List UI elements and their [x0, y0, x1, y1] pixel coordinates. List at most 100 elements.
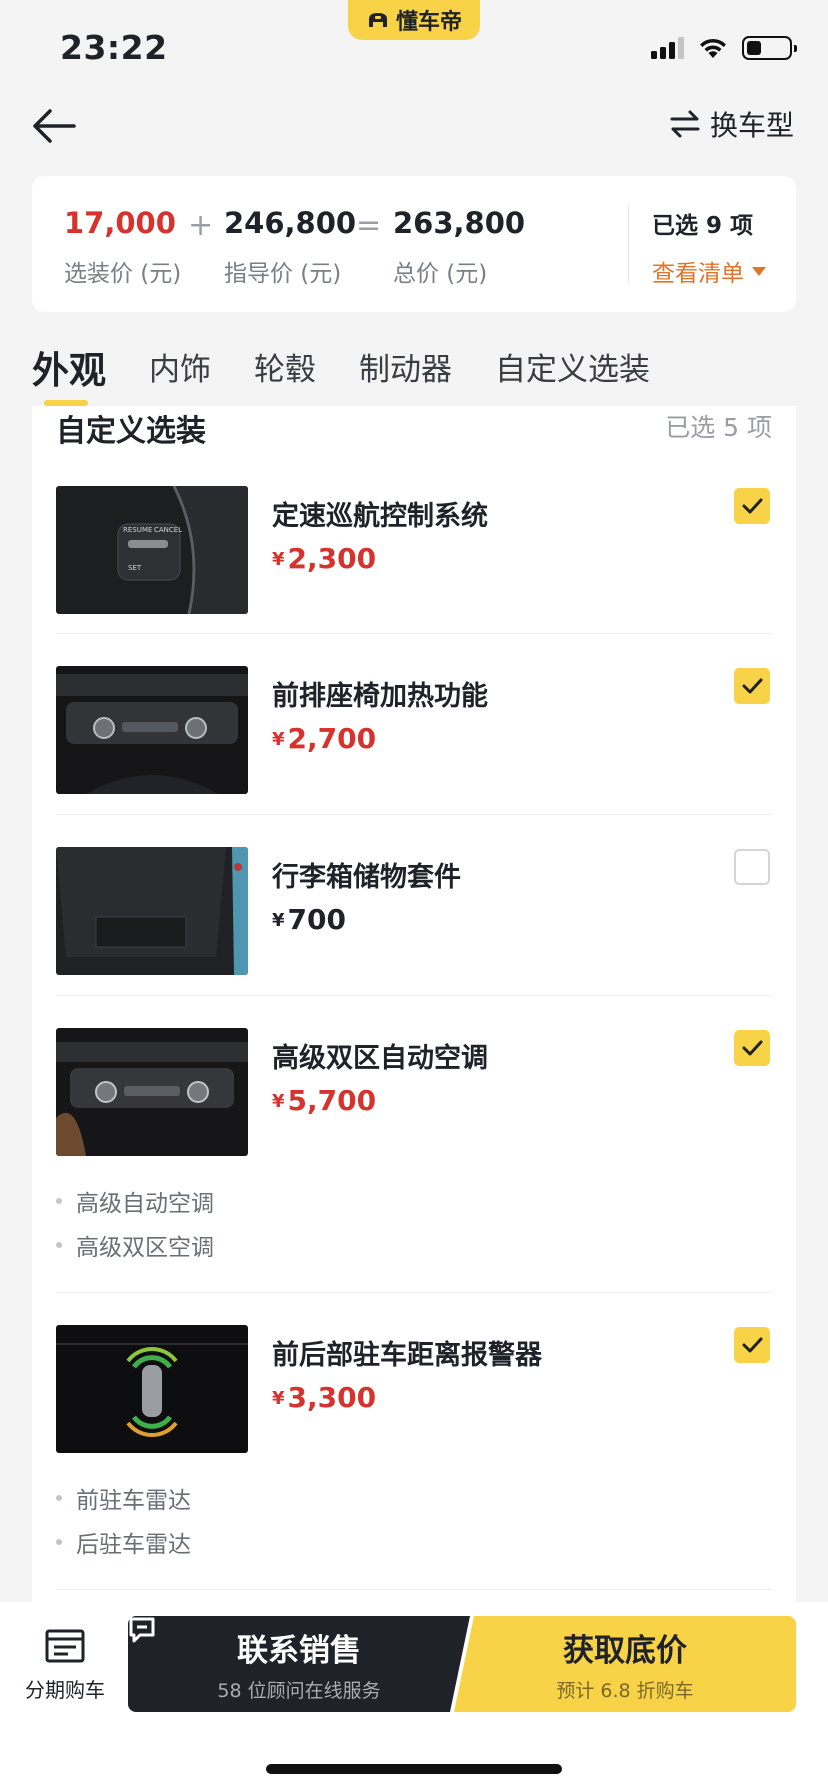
- switch-model-button[interactable]: 换车型: [670, 104, 794, 144]
- category-tabs: 外观 内饰 轮毂 制动器 自定义选装: [32, 344, 693, 406]
- svg-text:CANCEL: CANCEL: [154, 526, 182, 534]
- status-time: 23:22: [60, 28, 168, 67]
- option-name: 高级双区自动空调: [272, 1043, 488, 1074]
- feature-item: 高级自动空调: [56, 1184, 214, 1218]
- home-indicator[interactable]: [266, 1764, 562, 1774]
- get-lowest-price-text: 获取底价 预计 6.8 折购车: [454, 1616, 796, 1712]
- option-price-value: 2,300: [287, 542, 377, 575]
- bottom-action-bar: 分期购车 联系销售 58 位顾问在线服务 获取底价 预计 6.8 折购车: [0, 1602, 828, 1792]
- get-lowest-price-button[interactable]: 获取底价 预计 6.8 折购车: [454, 1616, 796, 1712]
- view-list-button[interactable]: 查看清单: [652, 254, 766, 288]
- total-price-value: 263,800: [393, 206, 526, 240]
- battery-icon: [742, 36, 797, 60]
- selected-count: 已选 9 项: [652, 213, 754, 239]
- option-thumbnail: [56, 666, 248, 794]
- wifi-icon: [700, 38, 726, 58]
- option-thumbnail: [56, 1325, 248, 1453]
- installment-label: 分期购车: [25, 1678, 105, 1702]
- app-logo-icon: [368, 13, 387, 27]
- contact-sales-text: 联系销售 58 位顾问在线服务: [128, 1616, 470, 1712]
- option-item[interactable]: 行李箱储物套件 ¥700: [56, 815, 772, 996]
- option-name: 前排座椅加热功能: [272, 681, 488, 712]
- option-price: ¥2,300: [272, 542, 376, 575]
- option-item[interactable]: 前后部驻车距离报警器 ¥3,300 前驻车雷达 后驻车雷达: [56, 1293, 772, 1590]
- option-price: ¥2,700: [272, 722, 376, 755]
- swap-icon: [670, 110, 700, 138]
- msrp-label: 指导价 (元): [224, 261, 342, 287]
- svg-text:SET: SET: [128, 564, 142, 572]
- option-price: ¥5,700: [272, 1084, 376, 1117]
- option-item[interactable]: 前排座椅加热功能 ¥2,700: [56, 634, 772, 815]
- msrp-block: 246,800 指导价 (元): [224, 206, 356, 288]
- currency-symbol: ¥: [272, 1388, 285, 1409]
- option-checkbox-checked[interactable]: [734, 668, 770, 704]
- trunk-storage-image: [56, 847, 248, 975]
- option-price-value: 17,000: [64, 206, 176, 240]
- tab-wheels[interactable]: 轮毂: [254, 344, 316, 400]
- nav-bar: 换车型: [0, 96, 828, 160]
- climate-panel-image: [56, 666, 248, 794]
- option-price-label: 选装价 (元): [64, 261, 182, 287]
- msrp-value: 246,800: [224, 206, 357, 240]
- option-price: ¥700: [272, 903, 346, 936]
- checkmark-icon: [742, 1040, 763, 1056]
- option-price-block: 17,000 选装价 (元): [64, 206, 181, 288]
- dual-zone-climate-image: [56, 1028, 248, 1156]
- get-lowest-price-label: 获取底价: [563, 1633, 687, 1669]
- checkmark-icon: [742, 1337, 763, 1353]
- option-checkbox-checked[interactable]: [734, 488, 770, 524]
- feature-item: 后驻车雷达: [56, 1525, 191, 1559]
- feature-item: 前驻车雷达: [56, 1481, 191, 1515]
- back-arrow-icon[interactable]: [30, 106, 78, 146]
- option-thumbnail: RESUME CANCEL SET: [56, 486, 248, 614]
- app-name: 懂车帝: [395, 10, 462, 35]
- equals-sign: =: [356, 208, 382, 243]
- option-price-value: 3,300: [287, 1381, 377, 1414]
- status-icons: [651, 36, 797, 60]
- switch-model-label: 换车型: [709, 109, 794, 142]
- option-thumbnail: [56, 1028, 248, 1156]
- svg-text:RESUME: RESUME: [123, 526, 152, 534]
- currency-symbol: ¥: [272, 910, 285, 931]
- app-badge: 懂车帝: [348, 0, 480, 40]
- currency-symbol: ¥: [272, 729, 285, 750]
- status-bar: 23:22 懂车帝: [0, 0, 828, 88]
- checkmark-icon: [742, 498, 763, 514]
- tab-custom-options[interactable]: 自定义选装: [495, 344, 650, 400]
- tab-interior[interactable]: 内饰: [149, 344, 211, 400]
- option-thumbnail: [56, 847, 248, 975]
- option-checkbox-unchecked[interactable]: [734, 849, 770, 885]
- contact-sales-main: 联系销售: [129, 1617, 361, 1670]
- option-price: ¥3,300: [272, 1381, 376, 1414]
- checkmark-icon: [742, 678, 763, 694]
- currency-symbol: ¥: [272, 1091, 285, 1112]
- installment-button[interactable]: 分期购车: [20, 1628, 110, 1703]
- view-list-label: 查看清单: [652, 261, 744, 287]
- section-title: 自定义选装: [56, 414, 206, 449]
- contact-sales-sub: 58 位顾问在线服务: [217, 1680, 381, 1702]
- contact-sales-button[interactable]: 联系销售 58 位顾问在线服务: [128, 1616, 470, 1712]
- feature-item: 高级双区空调: [56, 1228, 214, 1262]
- section-selected-count: 已选 5 项: [665, 413, 772, 442]
- option-name: 行李箱储物套件: [272, 862, 461, 893]
- divider: [628, 206, 629, 282]
- contact-sales-label: 联系销售: [237, 1633, 361, 1669]
- option-item[interactable]: 高级双区自动空调 ¥5,700 高级自动空调 高级双区空调: [56, 996, 772, 1293]
- option-price-value: 700: [287, 903, 346, 936]
- cellular-signal-icon: [651, 37, 684, 59]
- total-price-label: 总价 (元): [393, 261, 488, 287]
- caret-down-icon: [752, 266, 766, 276]
- tab-brakes[interactable]: 制动器: [359, 344, 452, 400]
- option-name: 前后部驻车距离报警器: [272, 1340, 542, 1371]
- get-lowest-price-sub: 预计 6.8 折购车: [556, 1680, 694, 1702]
- tab-exterior[interactable]: 外观: [32, 340, 106, 406]
- parking-sensor-image: [56, 1325, 248, 1453]
- total-price-block: 263,800 总价 (元): [393, 206, 525, 288]
- steering-wheel-image: RESUME CANCEL SET: [56, 486, 248, 614]
- option-checkbox-checked[interactable]: [734, 1030, 770, 1066]
- option-name: 定速巡航控制系统: [272, 501, 488, 532]
- option-checkbox-checked[interactable]: [734, 1327, 770, 1363]
- option-item[interactable]: RESUME CANCEL SET 定速巡航控制系统 ¥2,300: [56, 454, 772, 634]
- options-list[interactable]: 自定义选装 已选 5 项 RESUME CANCEL SET 定速巡航控制系统 …: [32, 406, 796, 1602]
- option-price-value: 5,700: [287, 1084, 377, 1117]
